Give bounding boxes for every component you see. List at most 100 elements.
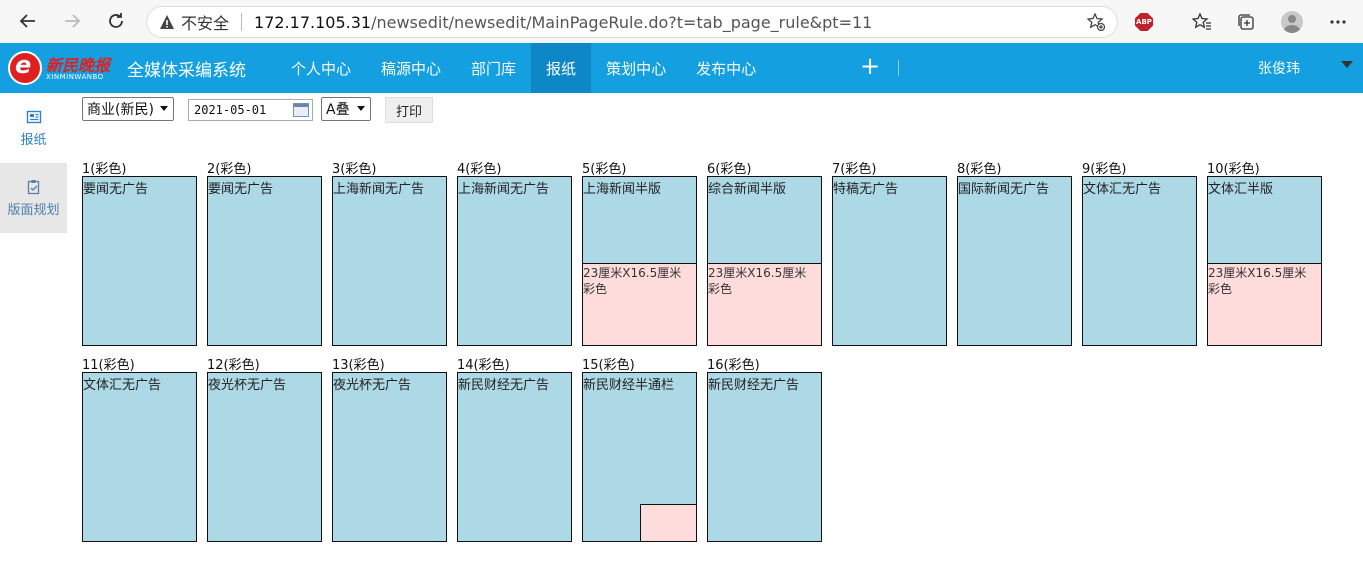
page-number-label: 12(彩色) — [207, 358, 260, 373]
brand-logo[interactable]: e 新民晚报 XINMINWANBO — [8, 51, 120, 85]
header-divider — [898, 60, 899, 76]
page-name: 新民财经半通栏 — [583, 378, 675, 393]
logo-english-text: XINMINWANBO — [46, 73, 104, 81]
date-value: 2021-05-01 — [194, 103, 267, 117]
page-name: 特稿无广告 — [833, 182, 899, 197]
stack-select[interactable]: A叠 — [321, 97, 371, 121]
edition-select[interactable]: 商业(新民) — [82, 97, 174, 121]
system-title: 全媒体采编系统 — [127, 61, 246, 81]
page-number-label: 7(彩色) — [832, 162, 877, 177]
profile-avatar[interactable] — [1281, 11, 1303, 33]
ad-size-text: 23厘米X16.5厘米彩色 — [1208, 266, 1307, 296]
nav-planning-center[interactable]: 策划中心 — [591, 43, 681, 93]
page-name: 夜光杯无广告 — [208, 378, 287, 393]
calendar-icon[interactable] — [293, 103, 309, 117]
page-box[interactable]: 新民财经无广告 — [707, 372, 822, 542]
page-box[interactable]: 文体汇无广告 — [82, 372, 197, 542]
page-name: 新民财经无广告 — [708, 378, 800, 393]
user-menu-caret-icon[interactable] — [1341, 61, 1353, 68]
app-header: e 新民晚报 XINMINWANBO 全媒体采编系统 个人中心 稿源中心 部门库… — [0, 43, 1363, 93]
page-box[interactable]: 上海新闻无广告 — [457, 176, 572, 346]
page-number-label: 9(彩色) — [1082, 162, 1127, 177]
user-name[interactable]: 张俊玮 — [1258, 58, 1300, 78]
page-number-label: 4(彩色) — [457, 162, 502, 177]
page-name: 夜光杯无广告 — [333, 378, 412, 393]
chevron-down-icon — [160, 106, 168, 111]
url-host: 172.17.105.31 — [254, 12, 372, 32]
page-box[interactable]: 夜光杯无广告 — [332, 372, 447, 542]
more-menu-icon[interactable] — [1327, 11, 1349, 33]
sidebar-item-label: 版面规划 — [7, 202, 60, 218]
nav-publishing-center[interactable]: 发布中心 — [681, 43, 771, 93]
url-path: /newsedit/newsedit/MainPageRule.do?t=tab… — [371, 12, 873, 32]
page-name: 要闻无广告 — [208, 182, 274, 197]
page-box[interactable]: 特稿无广告 — [832, 176, 947, 346]
abp-label: ABP — [1135, 13, 1153, 31]
url-text[interactable]: 172.17.105.31/newsedit/newsedit/MainPage… — [254, 13, 872, 32]
page-name: 文体汇无广告 — [83, 378, 162, 393]
sidebar-item-label: 报纸 — [20, 132, 47, 148]
insecure-label[interactable]: 不安全 — [181, 10, 229, 34]
browser-toolbar: 不安全 172.17.105.31/newsedit/newsedit/Main… — [0, 0, 1363, 43]
address-bar[interactable]: 不安全 172.17.105.31/newsedit/newsedit/Main… — [146, 6, 1118, 38]
nav-source-center[interactable]: 稿源中心 — [366, 43, 456, 93]
page-number-label: 3(彩色) — [332, 162, 377, 177]
page-box[interactable]: 综合新闻半版 23厘米X16.5厘米彩色 — [707, 176, 822, 346]
stack-select-value: A叠 — [326, 102, 350, 118]
nav-department-library[interactable]: 部门库 — [456, 43, 531, 93]
logo-letter: e — [15, 51, 32, 79]
page-number-label: 11(彩色) — [82, 358, 135, 373]
ad-block[interactable]: 23厘米X16.5厘米彩色 — [708, 263, 821, 345]
favorites-icon[interactable] — [1191, 11, 1213, 33]
page-box[interactable]: 要闻无广告 — [82, 176, 197, 346]
page-box[interactable]: 上海新闻半版 23厘米X16.5厘米彩色 — [582, 176, 697, 346]
page-number-label: 2(彩色) — [207, 162, 252, 177]
adblock-icon[interactable]: ABP — [1133, 11, 1155, 33]
page-number-label: 15(彩色) — [582, 358, 635, 373]
page-box[interactable]: 国际新闻无广告 — [957, 176, 1072, 346]
page-name: 国际新闻无广告 — [958, 182, 1050, 197]
nav-newspaper[interactable]: 报纸 — [531, 43, 592, 93]
page-number-label: 1(彩色) — [82, 162, 127, 177]
page-box[interactable]: 夜光杯无广告 — [207, 372, 322, 542]
reload-icon[interactable] — [104, 9, 128, 33]
page-number-label: 10(彩色) — [1207, 162, 1260, 177]
chevron-down-icon — [357, 106, 365, 111]
page-box[interactable]: 要闻无广告 — [207, 176, 322, 346]
sidebar: 报纸 版面规划 — [0, 93, 67, 581]
page-number-label: 6(彩色) — [707, 162, 752, 177]
page-name: 文体汇半版 — [1208, 182, 1274, 197]
page-box[interactable]: 新民财经半通栏 — [582, 372, 697, 542]
sidebar-item-newspaper[interactable]: 报纸 — [0, 93, 67, 163]
forward-arrow-icon[interactable] — [60, 9, 84, 33]
page-box[interactable]: 文体汇半版 23厘米X16.5厘米彩色 — [1207, 176, 1322, 346]
ad-block[interactable] — [640, 504, 696, 541]
page-number-label: 14(彩色) — [457, 358, 510, 373]
date-input[interactable]: 2021-05-01 — [188, 99, 313, 121]
ad-block[interactable]: 23厘米X16.5厘米彩色 — [1208, 263, 1321, 345]
ad-size-text: 23厘米X16.5厘米彩色 — [583, 266, 682, 296]
layout-plan-icon — [27, 179, 39, 194]
page-name: 上海新闻半版 — [583, 182, 662, 197]
page-name: 上海新闻无广告 — [458, 182, 550, 197]
page-box[interactable]: 上海新闻无广告 — [332, 176, 447, 346]
edition-select-value: 商业(新民) — [87, 102, 154, 118]
nav-personal-center[interactable]: 个人中心 — [276, 43, 366, 93]
print-button[interactable]: 打印 — [385, 97, 433, 123]
warning-icon[interactable] — [159, 14, 175, 30]
page-box[interactable]: 新民财经无广告 — [457, 372, 572, 542]
page-name: 要闻无广告 — [83, 182, 149, 197]
add-favorite-icon[interactable] — [1087, 13, 1105, 31]
sidebar-item-layout-plan[interactable]: 版面规划 — [0, 163, 67, 233]
back-arrow-icon[interactable] — [16, 9, 40, 33]
page-number-label: 8(彩色) — [957, 162, 1002, 177]
page-box[interactable]: 文体汇无广告 — [1082, 176, 1197, 346]
page-number-label: 5(彩色) — [582, 162, 627, 177]
page-number-label: 16(彩色) — [707, 358, 760, 373]
add-button[interactable]: + — [860, 54, 880, 78]
url-separator — [241, 13, 243, 31]
collections-icon[interactable] — [1235, 11, 1257, 33]
avatar-icon — [1281, 11, 1303, 33]
main-nav: 个人中心 稿源中心 部门库 报纸 策划中心 发布中心 — [276, 43, 771, 93]
ad-block[interactable]: 23厘米X16.5厘米彩色 — [583, 263, 696, 345]
